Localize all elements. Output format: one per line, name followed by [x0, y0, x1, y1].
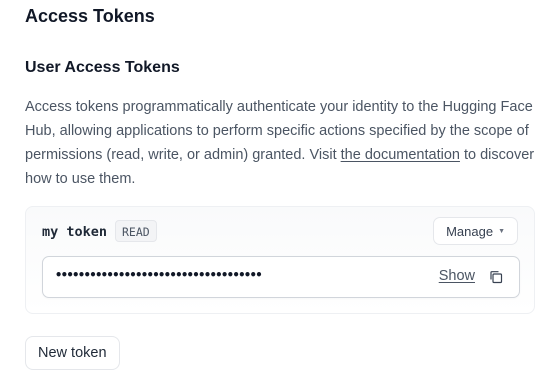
manage-button[interactable]: Manage ▼: [433, 217, 518, 245]
copy-icon[interactable]: [489, 270, 503, 284]
show-token-link[interactable]: Show: [439, 268, 475, 284]
page-title: Access Tokens: [25, 6, 155, 26]
token-masked-value: ••••••••••••••••••••••••••••••••••••: [55, 268, 263, 282]
token-name: my token: [42, 224, 108, 240]
section-title-user-access-tokens: User Access Tokens: [25, 59, 180, 76]
manage-button-label: Manage: [446, 223, 494, 239]
new-token-button[interactable]: New token: [25, 336, 120, 370]
token-card: my token READ Manage ▼ •••••••••••••••••…: [25, 206, 535, 314]
token-role-badge: READ: [115, 220, 157, 242]
token-value-field[interactable]: •••••••••••••••••••••••••••••••••••• Sho…: [42, 256, 520, 298]
documentation-link[interactable]: the documentation: [341, 147, 460, 163]
description: Access tokens programmatically authentic…: [25, 95, 540, 191]
caret-down-icon: ▼: [498, 227, 505, 235]
